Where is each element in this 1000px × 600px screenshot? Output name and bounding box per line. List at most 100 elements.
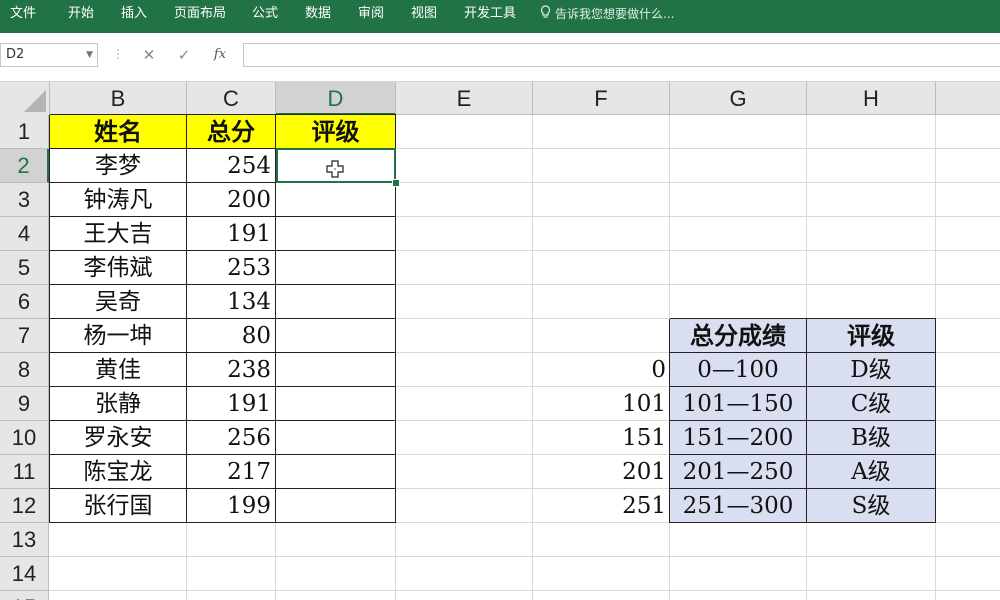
cell-name[interactable]: 吴奇 bbox=[50, 285, 187, 319]
cell-score[interactable]: 134 bbox=[187, 285, 276, 319]
cell-grade[interactable] bbox=[276, 183, 396, 217]
cell-grade[interactable] bbox=[276, 489, 396, 523]
row-header-3[interactable]: 3 bbox=[0, 183, 49, 217]
menu-developer[interactable]: 开发工具 bbox=[464, 0, 516, 33]
cell-name[interactable]: 张行国 bbox=[50, 489, 187, 523]
menu-view[interactable]: 视图 bbox=[411, 0, 437, 33]
cell-name[interactable]: 张静 bbox=[50, 387, 187, 421]
gridline bbox=[0, 590, 1000, 591]
cell-score[interactable]: 191 bbox=[187, 217, 276, 251]
row-header-15[interactable]: 15 bbox=[0, 591, 49, 600]
column-header-b[interactable]: B bbox=[50, 82, 187, 115]
ribbon-menu-bar: 文件 开始 插入 页面布局 公式 数据 审阅 视图 开发工具 告诉我您想要做什么… bbox=[0, 0, 1000, 33]
cell-g7-header[interactable]: 总分成绩 bbox=[670, 319, 807, 353]
cell-score[interactable]: 200 bbox=[187, 183, 276, 217]
cell-score[interactable]: 80 bbox=[187, 319, 276, 353]
cell-name[interactable]: 黄佳 bbox=[50, 353, 187, 387]
cell-score[interactable]: 191 bbox=[187, 387, 276, 421]
cell-score-range[interactable]: 251—300 bbox=[670, 489, 807, 523]
cell-h7-header[interactable]: 评级 bbox=[807, 319, 936, 353]
cell-score-range[interactable]: 101—150 bbox=[670, 387, 807, 421]
row-header-4[interactable]: 4 bbox=[0, 217, 49, 251]
cell-grade[interactable] bbox=[276, 353, 396, 387]
cell-score-range[interactable]: 201—250 bbox=[670, 455, 807, 489]
column-header-e[interactable]: E bbox=[396, 82, 533, 115]
cell-grade[interactable] bbox=[276, 251, 396, 285]
cell-grade[interactable] bbox=[276, 455, 396, 489]
menu-formulas[interactable]: 公式 bbox=[252, 0, 278, 33]
row-header-14[interactable]: 14 bbox=[0, 557, 49, 591]
cell-grade[interactable] bbox=[276, 319, 396, 353]
insert-function-icon[interactable]: fx bbox=[209, 43, 231, 67]
menu-file[interactable]: 文件 bbox=[10, 0, 36, 33]
worksheet-grid[interactable]: B C D E F G H 1 2 3 4 5 6 7 8 9 10 11 12… bbox=[0, 82, 1000, 600]
cell-grade[interactable] bbox=[276, 217, 396, 251]
row-header-8[interactable]: 8 bbox=[0, 353, 49, 387]
row-header-7[interactable]: 7 bbox=[0, 319, 49, 353]
enter-check-icon[interactable]: ✓ bbox=[173, 43, 195, 67]
column-header-d[interactable]: D bbox=[276, 82, 396, 115]
row-header-11[interactable]: 11 bbox=[0, 455, 49, 489]
cell-score[interactable]: 254 bbox=[187, 149, 276, 183]
cell-name[interactable]: 杨一坤 bbox=[50, 319, 187, 353]
lightbulb-icon bbox=[540, 1, 551, 29]
row-header-13[interactable]: 13 bbox=[0, 523, 49, 557]
cancel-icon[interactable]: ✕ bbox=[138, 43, 160, 67]
cell-name[interactable]: 李伟斌 bbox=[50, 251, 187, 285]
select-all-corner[interactable] bbox=[0, 82, 50, 116]
cell-threshold[interactable]: 251 bbox=[533, 489, 670, 523]
cell-name[interactable]: 王大吉 bbox=[50, 217, 187, 251]
row-header-9[interactable]: 9 bbox=[0, 387, 49, 421]
column-header-g[interactable]: G bbox=[670, 82, 807, 115]
cell-name[interactable]: 钟涛凡 bbox=[50, 183, 187, 217]
cell-score[interactable]: 256 bbox=[187, 421, 276, 455]
cell-grade-level[interactable]: D级 bbox=[807, 353, 936, 387]
fill-handle[interactable] bbox=[392, 179, 400, 187]
name-box[interactable]: D2 ▼ bbox=[0, 43, 98, 67]
column-header-f[interactable]: F bbox=[533, 82, 670, 115]
column-header-c[interactable]: C bbox=[187, 82, 276, 115]
menu-home[interactable]: 开始 bbox=[68, 0, 94, 33]
row-header-12[interactable]: 12 bbox=[0, 489, 49, 523]
row-header-5[interactable]: 5 bbox=[0, 251, 49, 285]
cell-b1-header[interactable]: 姓名 bbox=[50, 115, 187, 149]
cell-name[interactable]: 陈宝龙 bbox=[50, 455, 187, 489]
cell-threshold[interactable]: 0 bbox=[533, 353, 670, 387]
cell-d1-header[interactable]: 评级 bbox=[276, 115, 396, 149]
cell-name[interactable]: 李梦 bbox=[50, 149, 187, 183]
chevron-down-icon[interactable]: ▼ bbox=[86, 44, 93, 66]
row-header-2[interactable]: 2 bbox=[0, 149, 49, 183]
cell-grade[interactable] bbox=[276, 387, 396, 421]
row-header-10[interactable]: 10 bbox=[0, 421, 49, 455]
menu-data[interactable]: 数据 bbox=[305, 0, 331, 33]
cell-grade-level[interactable]: C级 bbox=[807, 387, 936, 421]
row-header-1[interactable]: 1 bbox=[0, 115, 49, 149]
cell-score-range[interactable]: 0—100 bbox=[670, 353, 807, 387]
cell-grade-level[interactable]: A级 bbox=[807, 455, 936, 489]
menu-page-layout[interactable]: 页面布局 bbox=[174, 0, 226, 33]
cell-grade-level[interactable]: S级 bbox=[807, 489, 936, 523]
cell-score[interactable]: 199 bbox=[187, 489, 276, 523]
formula-input[interactable] bbox=[243, 43, 1000, 67]
cell-score[interactable]: 217 bbox=[187, 455, 276, 489]
column-header-h[interactable]: H bbox=[807, 82, 936, 115]
cell-name[interactable]: 罗永安 bbox=[50, 421, 187, 455]
cell-grade[interactable] bbox=[276, 421, 396, 455]
menu-review[interactable]: 审阅 bbox=[358, 0, 384, 33]
cell-c1-header[interactable]: 总分 bbox=[187, 115, 276, 149]
cell-score[interactable]: 238 bbox=[187, 353, 276, 387]
column-header-next[interactable] bbox=[936, 82, 1000, 115]
cell-grade-level[interactable]: B级 bbox=[807, 421, 936, 455]
row-header-6[interactable]: 6 bbox=[0, 285, 49, 319]
cell-score[interactable]: 253 bbox=[187, 251, 276, 285]
cell-cursor-icon bbox=[326, 160, 344, 178]
menu-insert[interactable]: 插入 bbox=[121, 0, 147, 33]
formula-bar: D2 ▼ ⋮ ✕ ✓ fx bbox=[0, 33, 1000, 82]
tell-me-box[interactable]: 告诉我您想要做什么... bbox=[540, 0, 674, 33]
select-all-triangle-icon bbox=[24, 90, 46, 112]
cell-grade[interactable] bbox=[276, 285, 396, 319]
cell-threshold[interactable]: 151 bbox=[533, 421, 670, 455]
cell-threshold[interactable]: 101 bbox=[533, 387, 670, 421]
cell-threshold[interactable]: 201 bbox=[533, 455, 670, 489]
cell-score-range[interactable]: 151—200 bbox=[670, 421, 807, 455]
